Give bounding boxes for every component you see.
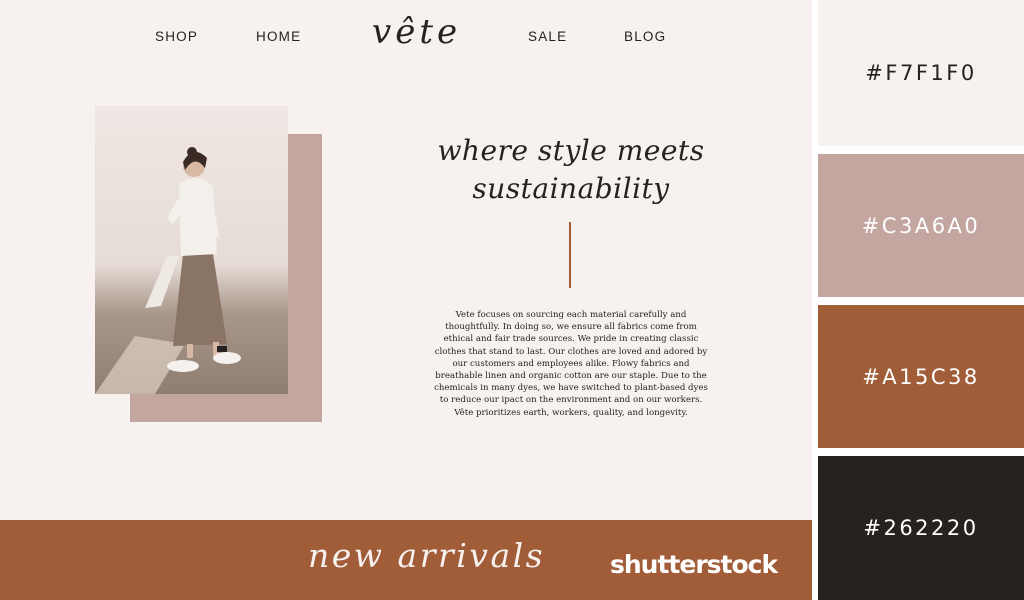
color-swatch-2: #C3A6A0 (818, 154, 1024, 297)
nav-home-link[interactable]: HOME (256, 29, 301, 44)
swatch-3-hex: #A15C38 (862, 364, 980, 389)
color-swatch-1: #F7F1F0 (818, 0, 1024, 146)
swatch-1-hex: #F7F1F0 (865, 61, 977, 85)
nav-shop-link[interactable]: SHOP (155, 29, 198, 44)
swatch-2-hex: #C3A6A0 (861, 213, 981, 238)
color-swatch-4: #262220 (818, 456, 1024, 600)
hero-headline: where style meets sustainability (420, 132, 722, 208)
hero-body-copy: Vete focuses on sourcing each material c… (434, 310, 708, 418)
shutterstock-watermark: shutterstock (610, 550, 778, 579)
swatch-4-hex: #262220 (863, 516, 979, 540)
nav-sale-link[interactable]: SALE (528, 29, 567, 44)
new-arrivals-banner[interactable]: new arrivals shutterstock (0, 520, 812, 600)
nav-blog-link[interactable]: BLOG (624, 29, 666, 44)
accent-divider (569, 222, 571, 288)
hero-photo (95, 106, 288, 394)
color-swatch-3: #A15C38 (818, 305, 1024, 448)
headline-line-2: sustainability (472, 172, 670, 205)
headline-line-1: where style meets (437, 134, 705, 167)
model-illustration (95, 147, 241, 394)
brand-logo[interactable]: vête (372, 12, 461, 52)
banner-title: new arrivals (308, 536, 546, 575)
website-mockup: SHOP HOME vête SALE BLOG where style mee… (0, 0, 812, 600)
